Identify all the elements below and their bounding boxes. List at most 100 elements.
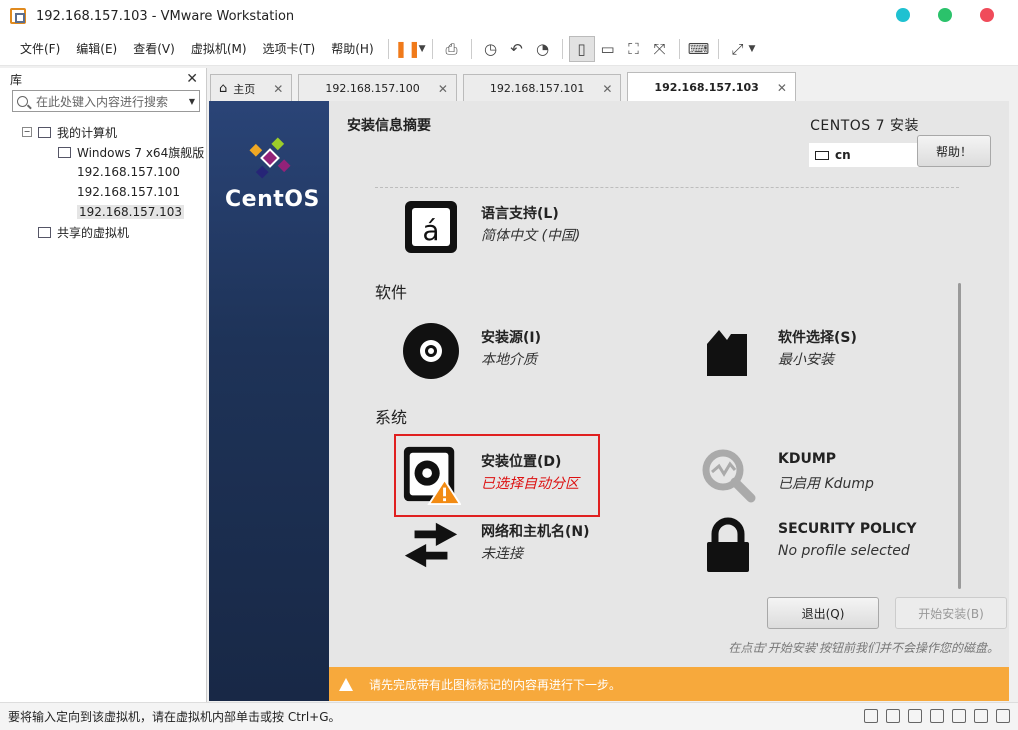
tree-item-vm[interactable]: 192.168.157.100 <box>0 162 280 279</box>
spoke-network-hostname[interactable]: 网络和主机名(N) 未连接 <box>401 515 661 579</box>
tab-label: 192.168.157.101 <box>489 82 585 95</box>
resize-grip-icon[interactable] <box>996 709 1010 723</box>
close-icon[interactable]: ✕ <box>186 71 198 87</box>
hard-disk-status-icon[interactable] <box>864 709 878 723</box>
disk-hint: 在点击'开始安装'按钮前我们并不会操作您的磁盘。 <box>728 641 999 655</box>
tree-item-my-computer[interactable]: − 我的计算机 <box>0 122 206 142</box>
tree-item-vm[interactable]: Windows 7 x64旗舰版 <box>0 142 206 162</box>
spoke-status: 本地介质 <box>481 352 537 368</box>
thumbnail-bar-icon[interactable]: ▭ <box>595 36 621 62</box>
search-icon <box>17 95 28 107</box>
cd-dvd-status-icon[interactable] <box>886 709 900 723</box>
toolbar-divider <box>387 38 389 59</box>
spoke-status: 最小安装 <box>778 352 834 368</box>
library-view-icon[interactable]: ▯ <box>568 35 595 62</box>
send-ctrl-alt-del-icon[interactable]: ⎙ <box>439 36 465 62</box>
network-adapter-status-icon[interactable] <box>908 709 922 723</box>
chevron-down-icon[interactable]: ▼ <box>419 44 426 54</box>
pause-icon[interactable]: ❚❚ <box>394 36 421 62</box>
warning-text: 请先完成带有此图标标记的内容再进行下一步。 <box>369 677 622 692</box>
spoke-status-warning: 已选择自动分区 <box>481 476 579 492</box>
lock-icon <box>698 515 758 575</box>
spoke-title: 安装位置(D) <box>481 454 562 470</box>
keyboard-layout: cn <box>835 148 851 162</box>
package-icon <box>698 321 758 381</box>
tree-item-label: 共享的虚拟机 <box>57 225 130 240</box>
menu-vm[interactable]: 虚拟机(M) <box>183 40 255 57</box>
close-icon[interactable]: ✕ <box>777 81 787 95</box>
snapshot-manager-icon[interactable]: ◔ <box>530 36 556 62</box>
divider <box>375 187 959 188</box>
maximize-button[interactable] <box>938 8 952 22</box>
spoke-software-selection[interactable]: 软件选择(S) 最小安装 <box>698 321 958 385</box>
help-button[interactable]: 帮助！ <box>917 135 991 167</box>
menu-view[interactable]: 查看(V) <box>125 40 183 57</box>
display-status-icon[interactable] <box>974 709 988 723</box>
collapse-icon[interactable]: − <box>22 127 32 137</box>
tree-item-shared[interactable]: 共享的虚拟机 <box>0 222 206 242</box>
keyboard-layout-indicator[interactable]: cn <box>809 143 919 167</box>
toolbar-divider <box>431 38 433 59</box>
toolbar-divider <box>561 38 563 59</box>
toolbar-divider <box>678 38 680 59</box>
revert-snapshot-icon[interactable]: ↶ <box>504 36 530 62</box>
spoke-title: KDUMP <box>778 451 837 467</box>
tree-item-label: 192.168.157.103 <box>77 205 185 219</box>
svg-text:á: á <box>422 214 439 247</box>
usb-status-icon[interactable] <box>930 709 944 723</box>
minimize-button[interactable] <box>896 8 910 22</box>
tree-item-vm-selected[interactable]: 192.168.157.103 <box>0 202 280 319</box>
spoke-security-policy[interactable]: SECURITY POLICY No profile selected <box>698 515 958 579</box>
home-icon: ⌂ <box>219 81 228 96</box>
centos-brand: CentOS <box>225 187 320 212</box>
scrollbar[interactable] <box>958 283 961 589</box>
close-window-button[interactable] <box>980 8 994 22</box>
close-icon[interactable]: ✕ <box>602 82 612 96</box>
spoke-title: 安装源(I) <box>481 330 542 346</box>
chevron-down-icon[interactable]: ▼ <box>749 44 756 54</box>
tree-item-label: 192.168.157.101 <box>77 185 181 199</box>
spoke-title: 网络和主机名(N) <box>481 524 590 540</box>
tab-bar: ⌂ 主页 ✕ 192.168.157.100 ✕ 192.168.157.101… <box>210 72 858 196</box>
snapshot-icon[interactable]: ◷ <box>478 36 504 62</box>
install-title: CENTOS 7 安装 <box>810 118 919 134</box>
spoke-install-source[interactable]: 安装源(I) 本地介质 <box>401 321 661 385</box>
disc-icon <box>401 321 461 381</box>
tab-label: 主页 <box>233 82 256 96</box>
toolbar-divider <box>717 38 719 59</box>
section-software: 软件 <box>375 283 408 302</box>
tree-item-vm[interactable]: 192.168.157.101 <box>0 182 280 299</box>
spoke-kdump[interactable]: KDUMP 已启用 Kdump <box>698 445 958 509</box>
stretch-guest-icon[interactable]: ⤢ <box>725 36 751 62</box>
keyboard-icon <box>815 150 829 160</box>
library-search-input[interactable]: 在此处键入内容进行搜索 ▼ <box>12 90 200 112</box>
vm-icon <box>58 146 71 158</box>
tab-home[interactable]: ⌂ 主页 ✕ <box>210 74 293 102</box>
close-icon[interactable]: ✕ <box>438 82 448 96</box>
spoke-language[interactable]: á 语言支持(L) 简体中文 (中国) <box>401 197 661 261</box>
spoke-install-destination[interactable]: 安装位置(D) 已选择自动分区 <box>401 445 661 509</box>
close-icon[interactable]: ✕ <box>273 82 283 96</box>
console-view-icon[interactable]: ⌨ <box>686 36 712 62</box>
tree-item-label: 我的计算机 <box>57 125 118 140</box>
chevron-down-icon[interactable]: ▼ <box>189 97 195 106</box>
shared-vms-icon <box>38 226 51 238</box>
quit-button[interactable]: 退出(Q) <box>767 597 879 629</box>
menu-edit[interactable]: 编辑(E) <box>68 40 125 57</box>
tab-vm-103[interactable]: 192.168.157.103 ✕ <box>627 72 858 195</box>
menu-tabs[interactable]: 选项卡(T) <box>255 40 324 57</box>
begin-installation-button[interactable]: 开始安装(B) <box>895 597 1007 629</box>
full-screen-icon[interactable]: ⛶ <box>621 36 647 62</box>
menu-help[interactable]: 帮助(H) <box>323 40 381 57</box>
unity-icon[interactable]: ⤧ <box>647 36 673 62</box>
tab-vm-101[interactable]: 192.168.157.101 ✕ <box>462 74 693 196</box>
library-panel: 库 ✕ 在此处键入内容进行搜索 ▼ − 我的计算机 Windows 7 x64旗… <box>0 68 280 702</box>
menu-toolbar: 文件(F) 编辑(E) 查看(V) 虚拟机(M) 选项卡(T) 帮助(H) ❚❚… <box>0 32 1018 66</box>
warning-bar: 请先完成带有此图标标记的内容再进行下一步。 <box>329 667 1009 701</box>
tab-vm-100[interactable]: 192.168.157.100 ✕ <box>298 74 529 196</box>
spoke-status: 未连接 <box>481 546 523 562</box>
vm-console[interactable]: CentOS 安装信息摘要 CENTOS 7 安装 cn 帮助！ á 语言支持(… <box>209 101 1009 701</box>
menu-file[interactable]: 文件(F) <box>12 40 68 57</box>
sound-status-icon[interactable] <box>952 709 966 723</box>
warning-icon <box>339 677 353 691</box>
